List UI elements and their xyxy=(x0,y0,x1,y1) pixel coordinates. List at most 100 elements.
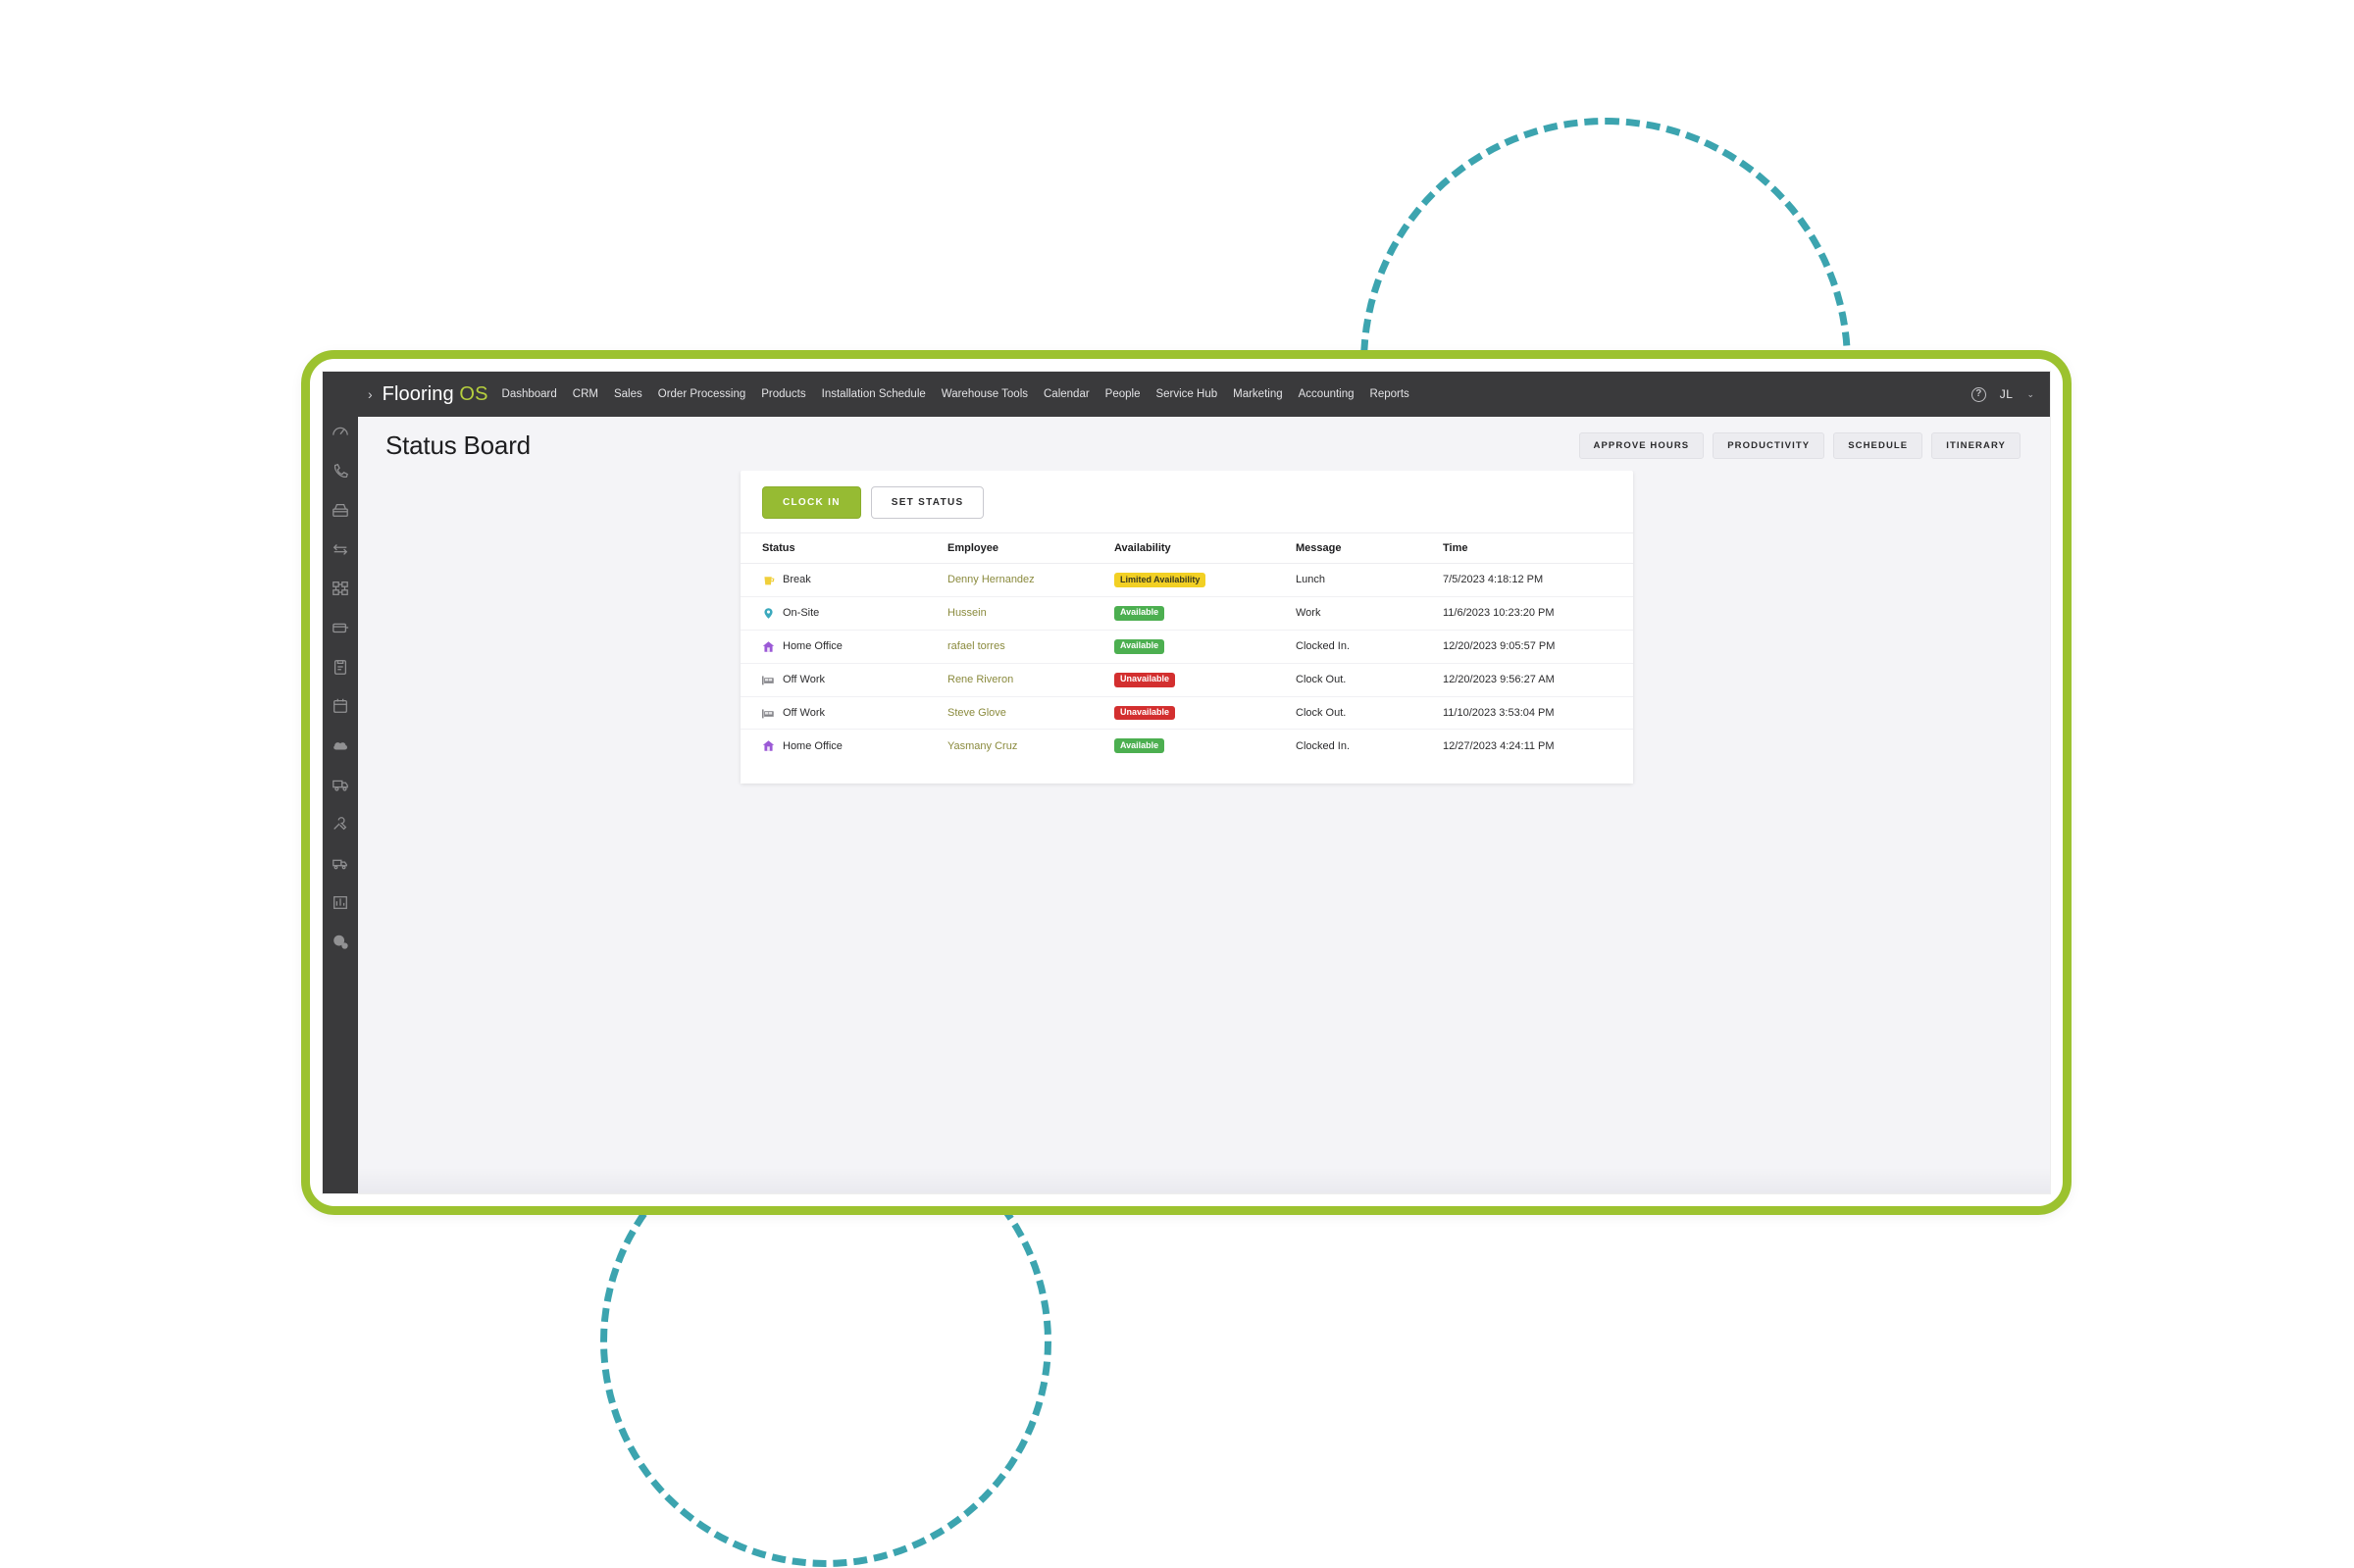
status-table-body: Break Denny Hernandez Limited Availability… xyxy=(741,564,1633,763)
employee-link[interactable]: Steve Glove xyxy=(947,707,1006,719)
nav-right-cluster: ? JL ⌄ xyxy=(1971,387,2034,402)
nav-link-marketing[interactable]: Marketing xyxy=(1233,388,1283,400)
chevron-right-icon[interactable]: › xyxy=(368,387,373,401)
set-status-button[interactable]: SET STATUS xyxy=(871,486,985,519)
cell-availability: Unavailable xyxy=(1108,663,1290,696)
speedometer-icon[interactable] xyxy=(332,423,349,440)
brand-name-primary: Flooring xyxy=(383,383,454,405)
column-header-employee[interactable]: Employee xyxy=(942,533,1108,564)
cell-employee: Yasmany Cruz xyxy=(942,730,1108,762)
cell-availability: Available xyxy=(1108,596,1290,630)
nav-link-installation-schedule[interactable]: Installation Schedule xyxy=(822,388,926,400)
nav-link-accounting[interactable]: Accounting xyxy=(1299,388,1355,400)
content-bottom-fade xyxy=(358,1168,2050,1193)
left-icon-rail[interactable] xyxy=(323,372,358,1193)
availability-badge: Unavailable xyxy=(1114,673,1175,687)
nav-link-crm[interactable]: CRM xyxy=(573,388,598,400)
card-footer xyxy=(741,762,1633,784)
cell-time: 11/6/2023 10:23:20 PM xyxy=(1437,596,1633,630)
clipboard-icon[interactable] xyxy=(332,658,349,676)
nav-link-order-processing[interactable]: Order Processing xyxy=(658,388,745,400)
app-body: › Flooring OS Dashboard CRM Sales Order … xyxy=(358,372,2050,1193)
nav-link-dashboard[interactable]: Dashboard xyxy=(502,388,557,400)
table-row[interactable]: Home Office Yasmany Cruz AvailableClocked … xyxy=(741,730,1633,762)
productivity-button[interactable]: PRODUCTIVITY xyxy=(1713,432,1824,459)
calendar-icon[interactable] xyxy=(332,697,349,715)
status-table-head: Status Employee Availability Message Tim… xyxy=(741,533,1633,564)
status-table: Status Employee Availability Message Tim… xyxy=(741,532,1633,762)
chart-icon[interactable] xyxy=(332,893,349,911)
status-board-card: CLOCK IN SET STATUS Status Employee Avai… xyxy=(741,471,1633,784)
employee-link[interactable]: Rene Riveron xyxy=(947,674,1013,685)
brand-name-accent: OS xyxy=(459,383,487,405)
clock-in-button[interactable]: CLOCK IN xyxy=(762,486,861,519)
inbox-icon[interactable] xyxy=(332,501,349,519)
nav-link-warehouse-tools[interactable]: Warehouse Tools xyxy=(942,388,1028,400)
employee-link[interactable]: Denny Hernandez xyxy=(947,574,1035,585)
status-label: Break xyxy=(783,574,811,585)
cell-message: Clock Out. xyxy=(1290,696,1437,730)
table-row[interactable]: Off Work Rene Riveron Unavailable Clock Out… xyxy=(741,663,1633,696)
column-header-status[interactable]: Status xyxy=(741,533,942,564)
truck-wrench-icon[interactable] xyxy=(332,854,349,872)
page-title: Status Board xyxy=(385,430,531,461)
table-header-row: Status Employee Availability Message Tim… xyxy=(741,533,1633,564)
cell-time: 11/10/2023 3:53:04 PM xyxy=(1437,696,1633,730)
cell-time: 12/20/2023 9:05:57 PM xyxy=(1437,630,1633,663)
cell-message: Clocked In. xyxy=(1290,730,1437,762)
page-action-buttons: APPROVE HOURS PRODUCTIVITY SCHEDULE ITIN… xyxy=(1579,432,2021,459)
column-header-time[interactable]: Time xyxy=(1437,533,1633,564)
brand-logo[interactable]: Flooring OS xyxy=(383,383,488,406)
page-header: Status Board APPROVE HOURS PRODUCTIVITY … xyxy=(358,417,2050,471)
cell-status: Home Office xyxy=(741,730,942,762)
globe-icon[interactable] xyxy=(332,933,349,950)
nav-link-reports[interactable]: Reports xyxy=(1370,388,1409,400)
card-swipe-icon[interactable] xyxy=(332,619,349,636)
approve-hours-button[interactable]: APPROVE HOURS xyxy=(1579,432,1705,459)
location-pin-icon xyxy=(762,607,775,620)
break-icon xyxy=(762,574,775,586)
nav-link-calendar[interactable]: Calendar xyxy=(1044,388,1090,400)
column-header-availability[interactable]: Availability xyxy=(1108,533,1290,564)
table-row[interactable]: Off Work Steve Glove Unavailable Clock Out.… xyxy=(741,696,1633,730)
cell-time: 7/5/2023 4:18:12 PM xyxy=(1437,564,1633,597)
cell-availability: Unavailable xyxy=(1108,696,1290,730)
status-label: On-Site xyxy=(783,607,819,619)
help-icon[interactable]: ? xyxy=(1971,387,1986,402)
employee-link[interactable]: Hussein xyxy=(947,607,987,619)
itinerary-button[interactable]: ITINERARY xyxy=(1931,432,2021,459)
status-label: Off Work xyxy=(783,674,825,685)
cell-employee: rafael torres xyxy=(942,630,1108,663)
bed-icon xyxy=(762,707,775,720)
availability-badge: Limited Availability xyxy=(1114,573,1205,587)
transfer-arrows-icon[interactable] xyxy=(332,540,349,558)
user-initials[interactable]: JL xyxy=(2000,387,2014,401)
status-label: Off Work xyxy=(783,707,825,719)
availability-badge: Unavailable xyxy=(1114,706,1175,721)
cell-employee: Steve Glove xyxy=(942,696,1108,730)
table-row[interactable]: On-SiteHusseinAvailableWork11/6/2023 10:… xyxy=(741,596,1633,630)
cloud-icon[interactable] xyxy=(332,736,349,754)
cell-availability: Limited Availability xyxy=(1108,564,1290,597)
employee-link[interactable]: Yasmany Cruz xyxy=(947,740,1017,752)
nav-link-service-hub[interactable]: Service Hub xyxy=(1155,388,1217,400)
nav-link-people[interactable]: People xyxy=(1105,388,1141,400)
table-row[interactable]: Break Denny Hernandez Limited Availability… xyxy=(741,564,1633,597)
nav-link-sales[interactable]: Sales xyxy=(614,388,642,400)
chevron-down-icon[interactable]: ⌄ xyxy=(2026,389,2034,400)
cell-availability: Available xyxy=(1108,730,1290,762)
truck-icon[interactable] xyxy=(332,776,349,793)
column-header-message[interactable]: Message xyxy=(1290,533,1437,564)
top-navigation-bar: › Flooring OS Dashboard CRM Sales Order … xyxy=(358,372,2050,417)
cell-message: Clock Out. xyxy=(1290,663,1437,696)
network-icon[interactable] xyxy=(332,580,349,597)
availability-badge: Available xyxy=(1114,606,1164,621)
tools-icon[interactable] xyxy=(332,815,349,833)
table-row[interactable]: Home Officerafael torresAvailableClocked… xyxy=(741,630,1633,663)
nav-link-products[interactable]: Products xyxy=(761,388,805,400)
phone-icon[interactable] xyxy=(332,462,349,480)
schedule-button[interactable]: SCHEDULE xyxy=(1833,432,1922,459)
employee-link[interactable]: rafael torres xyxy=(947,640,1005,652)
status-label: Home Office xyxy=(783,740,843,752)
screenshot-root: › Flooring OS Dashboard CRM Sales Order … xyxy=(0,0,2354,1568)
